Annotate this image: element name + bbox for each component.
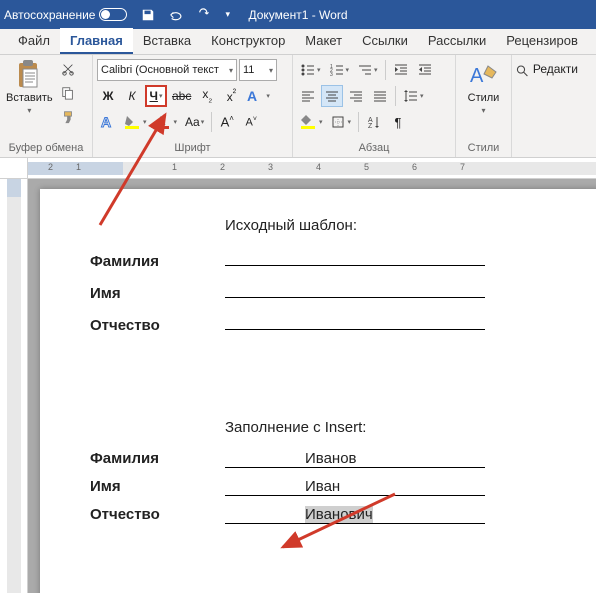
svg-text:A: A: [101, 114, 111, 130]
svg-text:A: A: [157, 114, 166, 128]
format-painter-button[interactable]: [57, 106, 79, 128]
document-area: Исходный шаблон: Фамилия Имя Отчество За…: [0, 179, 596, 593]
section-title-1: Исходный шаблон:: [225, 217, 570, 234]
save-icon[interactable]: [141, 8, 155, 22]
qat-dropdown-icon[interactable]: ▾: [225, 9, 230, 20]
tab-design[interactable]: Конструктор: [201, 28, 295, 54]
ribbon-tabs: Файл Главная Вставка Конструктор Макет С…: [0, 29, 596, 55]
autosave-label: Автосохранение: [4, 8, 95, 22]
svg-text:A: A: [470, 65, 484, 87]
find-icon: [516, 62, 529, 80]
subscript-button[interactable]: x₂: [196, 85, 218, 107]
font-name-combo[interactable]: Calibri (Основной текст▾: [97, 59, 237, 81]
field-row: Отчество: [90, 312, 570, 334]
selected-text: Иванович: [305, 506, 373, 523]
tab-home[interactable]: Главная: [60, 28, 133, 54]
ribbon: Вставить ▾ Буфер обмена Calibri (Основно…: [0, 55, 596, 158]
title-bar: Автосохранение ▾ Документ1 - Word: [0, 0, 596, 29]
paste-label: Вставить: [6, 92, 53, 104]
field-row: ФамилияИванов: [90, 450, 570, 468]
align-right-button[interactable]: [345, 85, 367, 107]
highlight-button[interactable]: ▾: [121, 111, 150, 133]
tab-insert[interactable]: Вставка: [133, 28, 201, 54]
vertical-ruler[interactable]: [0, 179, 28, 593]
group-font: Calibri (Основной текст▾ 11▾ Ж К Ч▾ abc …: [93, 55, 293, 157]
field-row: ОтчествоИванович: [90, 506, 570, 524]
tab-mailings[interactable]: Рассылки: [418, 28, 496, 54]
align-center-button[interactable]: [321, 85, 343, 107]
ruler-corner: [0, 158, 28, 178]
undo-icon[interactable]: [167, 8, 185, 22]
quick-access-toolbar: ▾: [141, 8, 230, 22]
increase-indent-button[interactable]: [414, 59, 436, 81]
strike-button[interactable]: abc: [169, 85, 194, 107]
sort-button[interactable]: AZ: [363, 111, 385, 133]
section-title-2: Заполнение с Insert:: [225, 419, 570, 436]
document-page[interactable]: Исходный шаблон: Фамилия Имя Отчество За…: [40, 189, 596, 593]
editing-label[interactable]: Редакти: [533, 62, 578, 76]
group-label-styles: Стили: [460, 142, 507, 157]
cut-button[interactable]: [57, 58, 79, 80]
svg-text:3: 3: [330, 72, 333, 77]
align-left-button[interactable]: [297, 85, 319, 107]
text-outline-button[interactable]: A: [97, 111, 119, 133]
bold-button[interactable]: Ж: [97, 85, 119, 107]
annotation-arrow-2: [275, 489, 405, 559]
svg-text:Z: Z: [368, 123, 373, 129]
grow-font-button[interactable]: A˄: [216, 111, 238, 133]
document-title: Документ1 - Word: [248, 8, 347, 22]
tab-layout[interactable]: Макет: [295, 28, 352, 54]
styles-label: Стили: [468, 92, 500, 104]
group-editing: Редакти: [512, 55, 582, 157]
toggle-icon: [99, 8, 127, 21]
tab-review[interactable]: Рецензиров: [496, 28, 588, 54]
tab-references[interactable]: Ссылки: [352, 28, 418, 54]
shrink-font-button[interactable]: A˅: [240, 111, 262, 133]
copy-button[interactable]: [57, 82, 79, 104]
decrease-indent-button[interactable]: [390, 59, 412, 81]
horizontal-ruler[interactable]: 1 2 1 2 3 4 5 6 7: [0, 158, 596, 179]
text-effects-button[interactable]: A▾: [244, 85, 273, 107]
multilevel-button[interactable]: ▾: [354, 59, 381, 81]
numbering-button[interactable]: 123▾: [326, 59, 353, 81]
bullets-button[interactable]: ▾: [297, 59, 324, 81]
group-clipboard: Вставить ▾ Буфер обмена: [0, 55, 93, 157]
field-row: Фамилия: [90, 248, 570, 270]
paste-button[interactable]: Вставить ▾: [4, 58, 55, 138]
font-size-combo[interactable]: 11▾: [239, 59, 277, 81]
styles-button[interactable]: A Стили ▾: [460, 58, 507, 138]
line-spacing-button[interactable]: ▾: [400, 85, 427, 107]
field-row: ИмяИван: [90, 478, 570, 496]
redo-icon[interactable]: [197, 8, 213, 22]
show-marks-button[interactable]: ¶: [387, 111, 409, 133]
italic-button[interactable]: К: [121, 85, 143, 107]
svg-text:A: A: [247, 88, 257, 104]
shading-button[interactable]: ▾: [297, 111, 326, 133]
justify-button[interactable]: [369, 85, 391, 107]
underline-button[interactable]: Ч▾: [145, 85, 167, 107]
group-paragraph: ▾ 123▾ ▾ ▾ ▾ ▾ AZ ¶: [293, 55, 456, 157]
group-label-paragraph: Абзац: [297, 142, 451, 157]
change-case-button[interactable]: Aa▾: [182, 111, 207, 133]
group-label-font: Шрифт: [97, 142, 288, 157]
field-row: Имя: [90, 280, 570, 302]
autosave-toggle[interactable]: Автосохранение: [4, 8, 127, 22]
group-label-clipboard: Буфер обмена: [4, 142, 88, 157]
tab-file[interactable]: Файл: [8, 28, 60, 54]
borders-button[interactable]: ▾: [328, 111, 355, 133]
group-styles: A Стили ▾ Стили: [456, 55, 512, 157]
font-color-button[interactable]: A▾: [152, 111, 181, 133]
superscript-button[interactable]: x²: [220, 85, 242, 107]
